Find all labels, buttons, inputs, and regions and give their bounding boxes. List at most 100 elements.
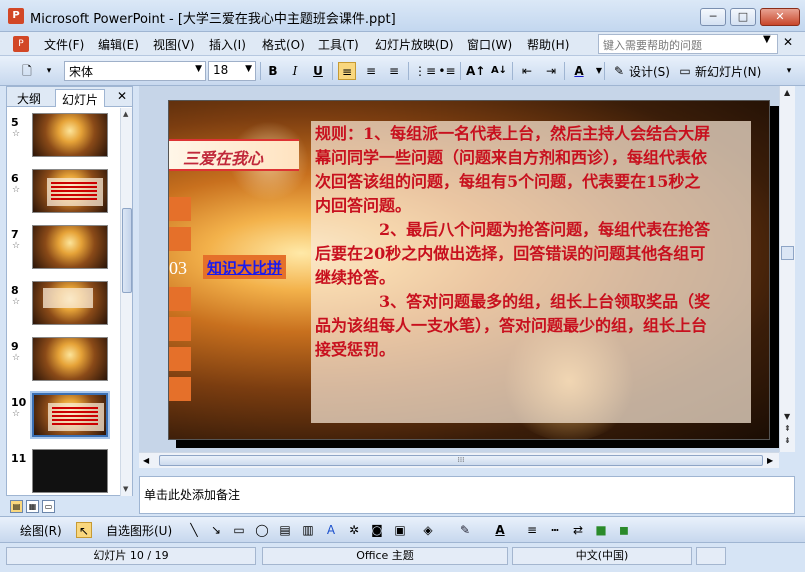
next-slide-icon[interactable]: ⇟	[784, 436, 791, 445]
slide-thumbnail[interactable]	[32, 225, 108, 269]
scrollbar-thumb[interactable]	[122, 208, 132, 293]
menu-help[interactable]: 帮助(H)	[527, 36, 569, 53]
scroll-up-icon[interactable]: ▲	[123, 110, 128, 118]
previous-slide-icon[interactable]: ⇞	[784, 424, 791, 433]
notes-pane[interactable]: 单击此处添加备注	[139, 476, 795, 514]
section-link[interactable]: 知识大比拼	[203, 255, 287, 279]
slide-number: 7	[11, 228, 19, 241]
font-color-dropdown-icon[interactable]: ▼	[590, 62, 608, 80]
thumbnail-scrollbar[interactable]: ▲ ▼	[120, 108, 132, 496]
3d-style-icon[interactable]: ◼	[616, 522, 632, 538]
align-left-icon[interactable]: ≡	[338, 62, 356, 80]
select-pointer-icon[interactable]: ↖	[76, 522, 92, 538]
font-color-icon[interactable]: A	[492, 522, 508, 538]
minimize-button[interactable]: ─	[700, 8, 726, 26]
slide-thumbnail[interactable]	[32, 337, 108, 381]
animation-star-icon: ☆	[12, 409, 21, 419]
align-right-icon[interactable]: ≡	[385, 62, 403, 80]
document-icon[interactable]: P	[13, 36, 29, 52]
list-item[interactable]: 8 ☆	[7, 281, 119, 337]
rules-text[interactable]: 规则：1、每组派一名代表上台，然后主持人会结合大屏幕问同学一些问题（问题来自方剂…	[315, 122, 715, 362]
arrow-icon[interactable]: ↘	[208, 522, 224, 538]
font-color-icon[interactable]: A	[570, 62, 588, 80]
list-item[interactable]: 5 ☆	[7, 113, 119, 169]
list-item[interactable]: 6 ☆	[7, 169, 119, 225]
font-name-select[interactable]: 宋体 ▼	[64, 61, 206, 81]
fill-color-icon[interactable]: ◈	[420, 522, 436, 538]
draw-menu-button[interactable]: 绘图(R)	[20, 522, 62, 539]
line-style-icon[interactable]: ≡	[524, 522, 540, 538]
wordart-icon[interactable]: A	[323, 522, 339, 538]
line-color-icon[interactable]: ✎	[457, 522, 473, 538]
menu-tools[interactable]: 工具(T)	[318, 36, 359, 53]
new-document-icon[interactable]: 🗋	[18, 62, 36, 80]
slide-thumbnail[interactable]	[32, 281, 108, 325]
powerpoint-app-icon[interactable]: P	[8, 8, 24, 24]
slide-thumbnail[interactable]	[32, 113, 108, 157]
increase-font-icon[interactable]: A↑	[466, 62, 485, 80]
scroll-right-icon[interactable]: ▶	[767, 456, 773, 465]
slide-sorter-icon[interactable]: ▦	[26, 500, 39, 513]
decrease-indent-icon[interactable]: ⇤	[518, 62, 536, 80]
slideshow-icon[interactable]: ▭	[42, 500, 55, 513]
dash-style-icon[interactable]: ┅	[547, 522, 563, 538]
menu-edit[interactable]: 编辑(E)	[98, 36, 139, 53]
maximize-button[interactable]: □	[730, 8, 756, 26]
autoshapes-button[interactable]: 自选图形(U)	[106, 522, 172, 539]
increase-indent-icon[interactable]: ⇥	[542, 62, 560, 80]
oval-icon[interactable]: ◯	[254, 522, 270, 538]
scrollbar-thumb[interactable]	[781, 246, 794, 260]
scroll-down-icon[interactable]: ▼	[123, 485, 128, 493]
line-icon[interactable]: ╲	[186, 522, 202, 538]
toolbar-options-icon[interactable]: ▾	[40, 62, 58, 80]
menu-insert[interactable]: 插入(I)	[209, 36, 246, 53]
horizontal-scrollbar[interactable]: ◀ ⁞⁞⁞ ▶	[139, 452, 779, 468]
slide-thumbnail[interactable]	[32, 393, 108, 437]
toolbar-options-icon[interactable]: ▾	[780, 62, 798, 80]
textbox-icon[interactable]: ▤	[277, 522, 293, 538]
slide-thumbnail[interactable]	[32, 449, 108, 493]
list-item-selected[interactable]: 10 ☆	[7, 393, 119, 449]
bold-button[interactable]: B	[264, 62, 282, 80]
picture-icon[interactable]: ▣	[392, 522, 408, 538]
tab-outline[interactable]: 大纲	[11, 89, 47, 107]
vertical-textbox-icon[interactable]: ▥	[300, 522, 316, 538]
scroll-up-icon[interactable]: ▲	[784, 88, 790, 97]
vertical-scrollbar[interactable]: ▲ ▼ ⇞ ⇟	[779, 86, 795, 452]
menu-format[interactable]: 格式(O)	[262, 36, 305, 53]
help-search-input[interactable]: 键入需要帮助的问题	[598, 34, 778, 54]
menu-slideshow[interactable]: 幻灯片放映(D)	[375, 36, 454, 53]
arrow-style-icon[interactable]: ⇄	[570, 522, 586, 538]
theme-name[interactable]: Office 主题	[262, 547, 508, 565]
scrollbar-thumb[interactable]: ⁞⁞⁞	[159, 455, 763, 466]
slide-thumbnail[interactable]	[32, 169, 108, 213]
help-dropdown-icon[interactable]: ▼	[763, 34, 771, 45]
italic-button[interactable]: I	[286, 62, 304, 80]
shadow-style-icon[interactable]: ■	[593, 522, 609, 538]
clipart-icon[interactable]: ◙	[369, 522, 385, 538]
notes-placeholder[interactable]: 单击此处添加备注	[144, 486, 240, 503]
help-close-icon[interactable]: ✕	[783, 35, 793, 49]
new-slide-button[interactable]: 新幻灯片(N)	[695, 63, 761, 80]
diagram-icon[interactable]: ✲	[346, 522, 362, 538]
normal-view-icon[interactable]: ▤	[10, 500, 23, 513]
numbering-icon[interactable]: ⋮≡	[414, 62, 436, 80]
align-center-icon[interactable]: ≡	[362, 62, 380, 80]
list-item[interactable]: 7 ☆	[7, 225, 119, 281]
rectangle-icon[interactable]: ▭	[231, 522, 247, 538]
close-button[interactable]: ✕	[760, 8, 800, 26]
scroll-down-icon[interactable]: ▼	[784, 412, 790, 421]
design-button[interactable]: 设计(S)	[629, 63, 670, 80]
pane-close-icon[interactable]: ✕	[117, 89, 127, 103]
font-size-select[interactable]: 18 ▼	[208, 61, 256, 81]
bullets-icon[interactable]: •≡	[438, 62, 456, 80]
menu-window[interactable]: 窗口(W)	[467, 36, 512, 53]
menu-file[interactable]: 文件(F)	[44, 36, 84, 53]
menu-view[interactable]: 视图(V)	[153, 36, 195, 53]
list-item[interactable]: 9 ☆	[7, 337, 119, 393]
underline-button[interactable]: U	[309, 62, 327, 80]
decrease-font-icon[interactable]: A↓	[490, 62, 508, 80]
scroll-left-icon[interactable]: ◀	[143, 456, 149, 465]
tab-slides[interactable]: 幻灯片	[55, 89, 106, 107]
list-item[interactable]: 11	[7, 449, 119, 496]
